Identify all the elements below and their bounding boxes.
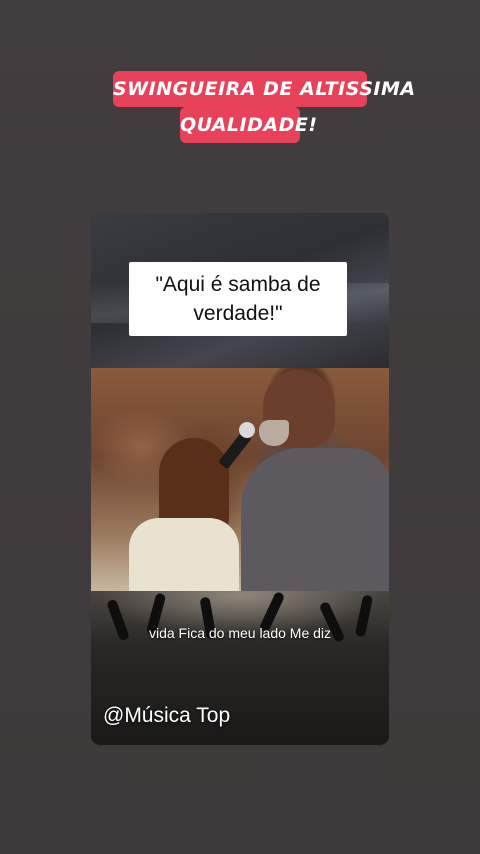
sticker-line-2: QUALIDADE! xyxy=(180,107,317,143)
video-card[interactable]: "Aqui é samba de verdade!" vida Fica do … xyxy=(91,213,389,745)
channel-watermark: @Música Top xyxy=(103,704,231,727)
sticker-line-1: SWINGUEIRA DE ALTISSIMA xyxy=(113,71,415,107)
microphone-head xyxy=(239,422,255,438)
singer-figure xyxy=(241,448,389,593)
woman-shirt xyxy=(129,518,239,591)
singer-beard xyxy=(259,420,289,446)
lyrics-subtitle: vida Fica do meu lado Me diz xyxy=(148,625,332,641)
story-screen: SWINGUEIRA DE ALTISSIMA QUALIDADE! "Aqui… xyxy=(0,0,480,854)
text-sticker[interactable]: SWINGUEIRA DE ALTISSIMA QUALIDADE! xyxy=(113,71,415,145)
quote-caption: "Aqui é samba de verdade!" xyxy=(129,262,347,336)
concert-photo xyxy=(91,368,389,593)
